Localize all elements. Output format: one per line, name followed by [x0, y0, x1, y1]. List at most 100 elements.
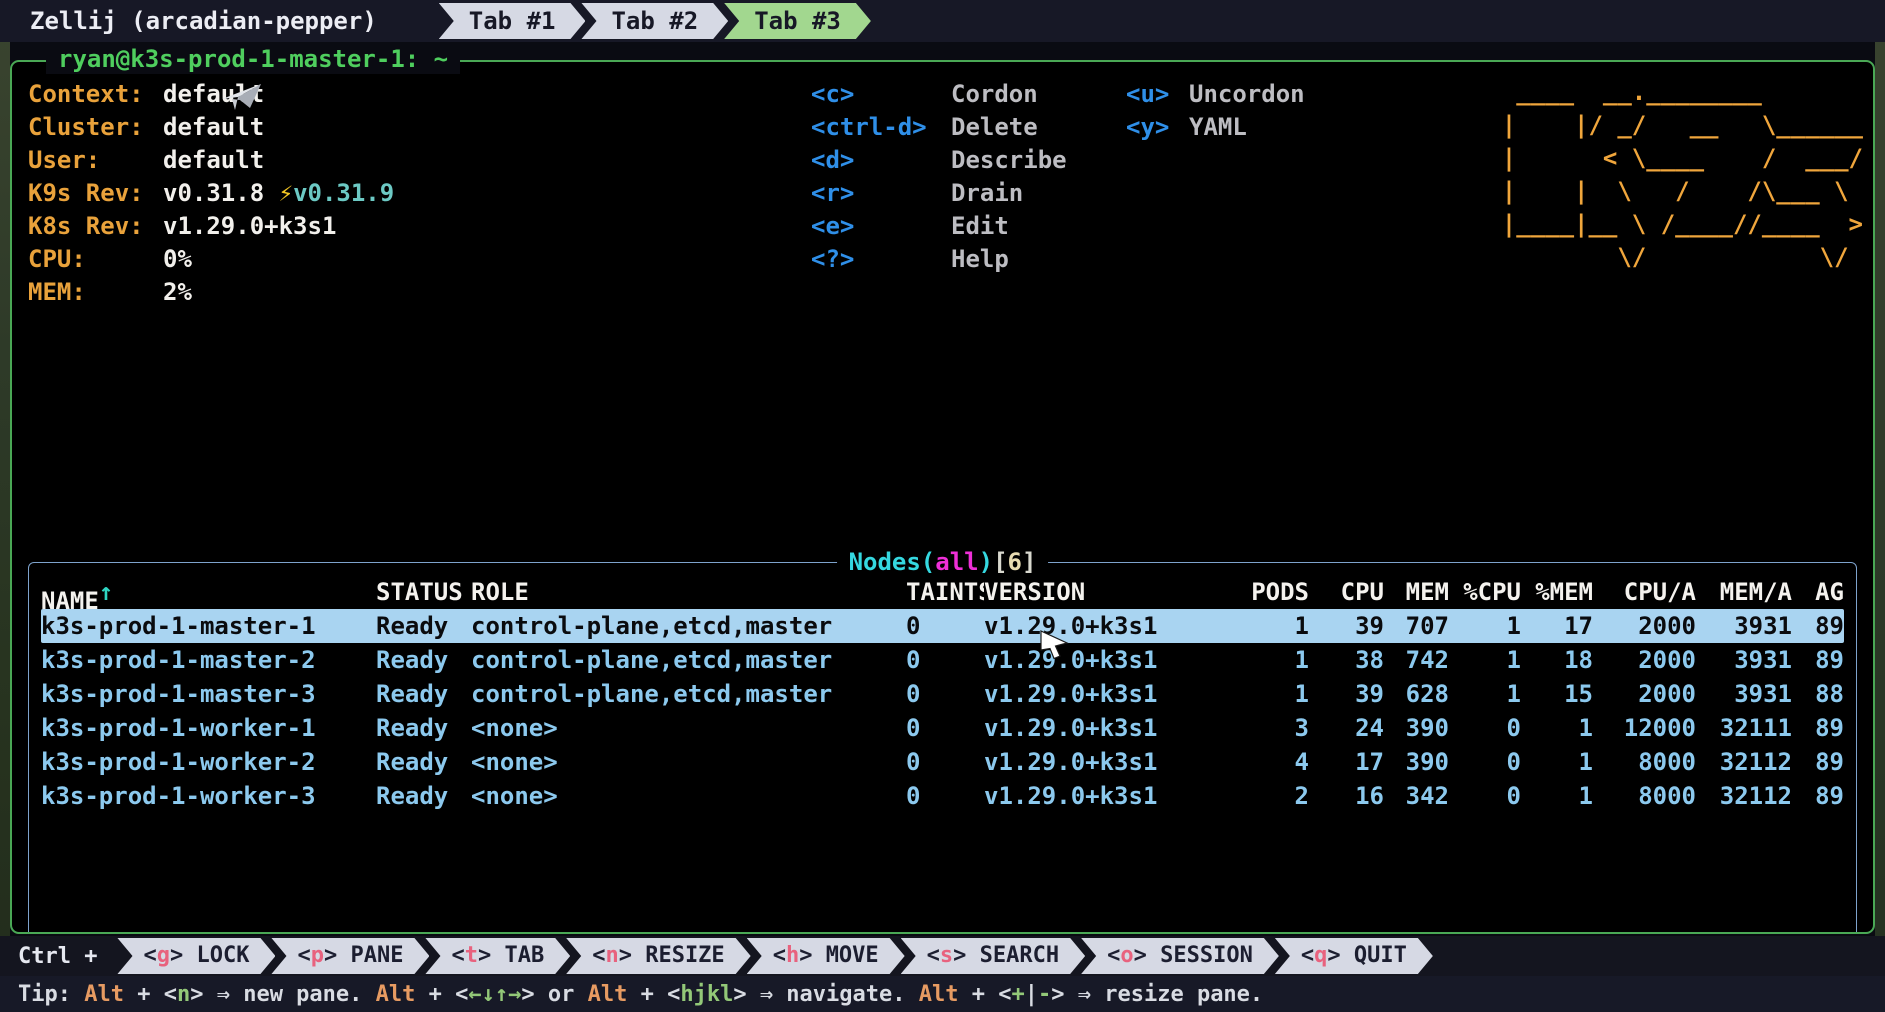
keybar-resize[interactable]: <n> RESIZE — [566, 938, 750, 974]
cell: 1 — [1224, 609, 1309, 643]
session-label: Zellij (arcadian-pepper) — [30, 7, 377, 35]
cell: 0 — [906, 745, 984, 779]
key-bracket: < — [143, 943, 156, 968]
cell: 89 — [1792, 643, 1844, 677]
keybar-lock[interactable]: <g> LOCK — [117, 938, 275, 974]
keybar-prefix: Ctrl + — [18, 944, 97, 969]
column-header-pods: PODS — [1224, 575, 1309, 609]
cell: 342 — [1384, 779, 1449, 813]
keybar-search[interactable]: <s> SEARCH — [901, 938, 1085, 974]
logo-line: ____ __.________ — [1502, 76, 1863, 109]
key-bracket: > — [1327, 943, 1354, 968]
column-header-cpu: %CPU — [1449, 575, 1521, 609]
hotkey-row: <?>Help — [811, 243, 1126, 276]
desktop-edge-left — [0, 0, 10, 1012]
zellij-keybar: Ctrl + <g> LOCK<p> PANE<t> TAB<n> RESIZE… — [0, 936, 1885, 976]
cell: 707 — [1384, 609, 1449, 643]
k9s-app: Context:defaultCluster:defaultUser:defau… — [12, 62, 1873, 932]
hotkey-key: <y> — [1126, 111, 1189, 144]
cell: 0 — [906, 609, 984, 643]
table-title-count: 6 — [1008, 546, 1022, 579]
key-letter: n — [605, 943, 618, 968]
info-label: Cluster: — [28, 111, 163, 144]
tab-tab-3[interactable]: Tab #3 — [724, 3, 871, 39]
tab-tab-1[interactable]: Tab #1 — [439, 3, 586, 39]
key-bracket: > — [619, 943, 646, 968]
cell: k3s-prod-1-master-1 — [41, 609, 376, 643]
info-label: MEM: — [28, 276, 163, 309]
cell: <none> — [471, 779, 906, 813]
nodes-table: NAME↑STATUSROLETAINTSVERSIONPODSCPUMEM%C… — [41, 575, 1844, 813]
mouse-cursor — [1040, 628, 1070, 662]
table-row[interactable]: k3s-prod-1-master-1Readycontrol-plane,et… — [41, 609, 1844, 643]
cell: 89 — [1792, 779, 1844, 813]
info-value: 0% — [163, 243, 192, 276]
cell: 2000 — [1593, 677, 1696, 711]
tab-tab-2[interactable]: Tab #2 — [581, 3, 728, 39]
logo-line: \/ \/ — [1502, 241, 1863, 274]
cell: 17 — [1309, 745, 1384, 779]
table-row[interactable]: k3s-prod-1-master-3Readycontrol-plane,et… — [41, 677, 1844, 711]
hotkey-label: Cordon — [951, 78, 1126, 111]
tip-token: + < — [627, 982, 680, 1007]
keybar-quit[interactable]: <q> QUIT — [1275, 938, 1433, 974]
cell: 15 — [1521, 677, 1593, 711]
key-bracket: > — [953, 943, 980, 968]
info-value: 2% — [163, 276, 192, 309]
hotkey-label: Delete — [951, 111, 1126, 144]
k9s-hotkeys: <c>Cordon<ctrl-d>Delete<d>Describe<r>Dra… — [811, 78, 1339, 276]
info-value: default — [163, 144, 264, 177]
keybar-tab[interactable]: <t> TAB — [425, 938, 570, 974]
hotkey-label: Edit — [951, 210, 1126, 243]
cell: 17 — [1521, 609, 1593, 643]
cell: 0 — [906, 643, 984, 677]
cell: 4 — [1224, 745, 1309, 779]
hotkey-label: Uncordon — [1189, 78, 1339, 111]
cell: 39 — [1309, 609, 1384, 643]
cell: control-plane,etcd,master — [471, 609, 906, 643]
keybar-label: MOVE — [826, 943, 879, 968]
cell: 1 — [1521, 745, 1593, 779]
cell: 1 — [1521, 711, 1593, 745]
tip-token: hjkl — [680, 982, 733, 1007]
logo-line: | < \____ / ___/ — [1502, 142, 1863, 175]
info-label: User: — [28, 144, 163, 177]
keybar-session[interactable]: <o> SESSION — [1081, 938, 1279, 974]
cell: 1 — [1449, 643, 1521, 677]
tip-token: + < — [959, 982, 1012, 1007]
keybar-label: SEARCH — [980, 943, 1059, 968]
keybar-segments: <g> LOCK<p> PANE<t> TAB<n> RESIZE<h> MOV… — [117, 938, 1428, 974]
zellij-tab-bar: Zellij (arcadian-pepper) Tab #1Tab #2Tab… — [0, 0, 1885, 42]
info-value: default — [163, 111, 264, 144]
cell: 0 — [906, 677, 984, 711]
hotkey-key: <r> — [811, 177, 951, 210]
table-row[interactable]: k3s-prod-1-worker-2Ready<none>0v1.29.0+k… — [41, 745, 1844, 779]
key-letter: h — [786, 943, 799, 968]
key-bracket: > — [324, 943, 351, 968]
cell: 18 — [1521, 643, 1593, 677]
cell: 390 — [1384, 711, 1449, 745]
tip-token: n — [177, 982, 190, 1007]
info-value: v1.29.0+k3s1 — [163, 210, 336, 243]
cell: 12000 — [1593, 711, 1696, 745]
keybar-move[interactable]: <h> MOVE — [747, 938, 905, 974]
keybar-pane[interactable]: <p> PANE — [271, 938, 429, 974]
table-row[interactable]: k3s-prod-1-worker-3Ready<none>0v1.29.0+k… — [41, 779, 1844, 813]
cell: 0 — [1449, 779, 1521, 813]
table-title-bracket: [ — [993, 546, 1007, 579]
cell: k3s-prod-1-worker-3 — [41, 779, 376, 813]
key-bracket: < — [451, 943, 464, 968]
hotkeys-column-1: <c>Cordon<ctrl-d>Delete<d>Describe<r>Dra… — [811, 78, 1126, 276]
cell: 38 — [1309, 643, 1384, 677]
cell: v1.29.0+k3s1 — [984, 643, 1224, 677]
cell: k3s-prod-1-worker-2 — [41, 745, 376, 779]
tip-token: Alt — [588, 982, 628, 1007]
cell: 89 — [1792, 609, 1844, 643]
tip-token: + < — [124, 982, 177, 1007]
column-header-ag: AG — [1792, 575, 1844, 609]
table-row[interactable]: k3s-prod-1-worker-1Ready<none>0v1.29.0+k… — [41, 711, 1844, 745]
key-bracket: < — [1107, 943, 1120, 968]
table-row[interactable]: k3s-prod-1-master-2Readycontrol-plane,et… — [41, 643, 1844, 677]
hotkey-row: <ctrl-d>Delete — [811, 111, 1126, 144]
keybar-label: SESSION — [1160, 943, 1253, 968]
